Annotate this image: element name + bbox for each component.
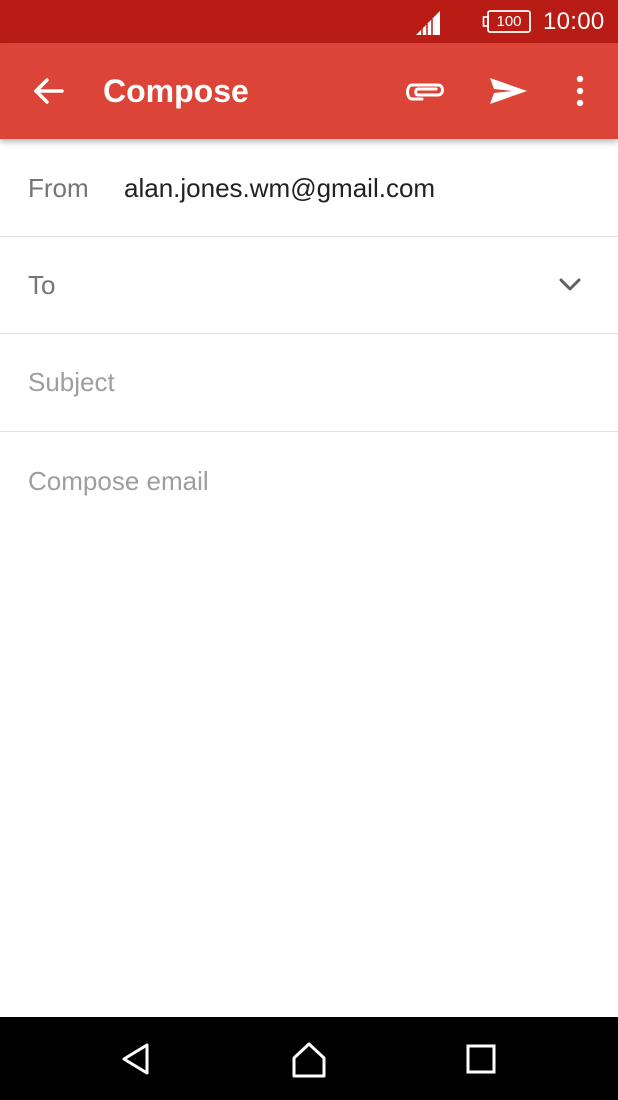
send-icon — [490, 78, 527, 104]
chevron-down-icon — [559, 278, 581, 291]
attach-button[interactable] — [398, 67, 454, 115]
nav-back-icon — [122, 1043, 149, 1075]
back-arrow-icon — [34, 78, 64, 104]
navigation-bar — [0, 1017, 618, 1100]
nav-back-button[interactable] — [114, 1037, 158, 1081]
to-row — [0, 237, 618, 334]
more-vert-icon — [576, 75, 584, 107]
app-bar: Compose — [0, 43, 618, 139]
compose-body-field[interactable] — [20, 455, 614, 1011]
page-title: Compose — [103, 73, 249, 109]
send-button[interactable] — [481, 67, 537, 115]
nav-home-button[interactable] — [287, 1037, 331, 1081]
to-field[interactable] — [20, 261, 556, 309]
subject-field[interactable] — [20, 358, 606, 406]
from-row: From alan.jones.wm@gmail.com — [0, 139, 618, 237]
subject-row — [0, 334, 618, 432]
from-value[interactable]: alan.jones.wm@gmail.com — [124, 168, 435, 208]
more-options-button[interactable] — [558, 67, 602, 115]
expand-recipients-button[interactable] — [550, 265, 590, 305]
paperclip-icon — [406, 83, 444, 101]
status-bar: 100 10:00 — [0, 0, 618, 43]
nav-recents-button[interactable] — [459, 1037, 503, 1081]
nav-home-icon — [292, 1042, 326, 1078]
clock: 10:00 — [543, 8, 605, 35]
nav-recents-icon — [466, 1044, 496, 1074]
from-label: From — [28, 173, 89, 203]
signal-icon — [414, 11, 440, 35]
battery-level: 100 — [496, 13, 522, 30]
back-button[interactable] — [22, 69, 74, 113]
